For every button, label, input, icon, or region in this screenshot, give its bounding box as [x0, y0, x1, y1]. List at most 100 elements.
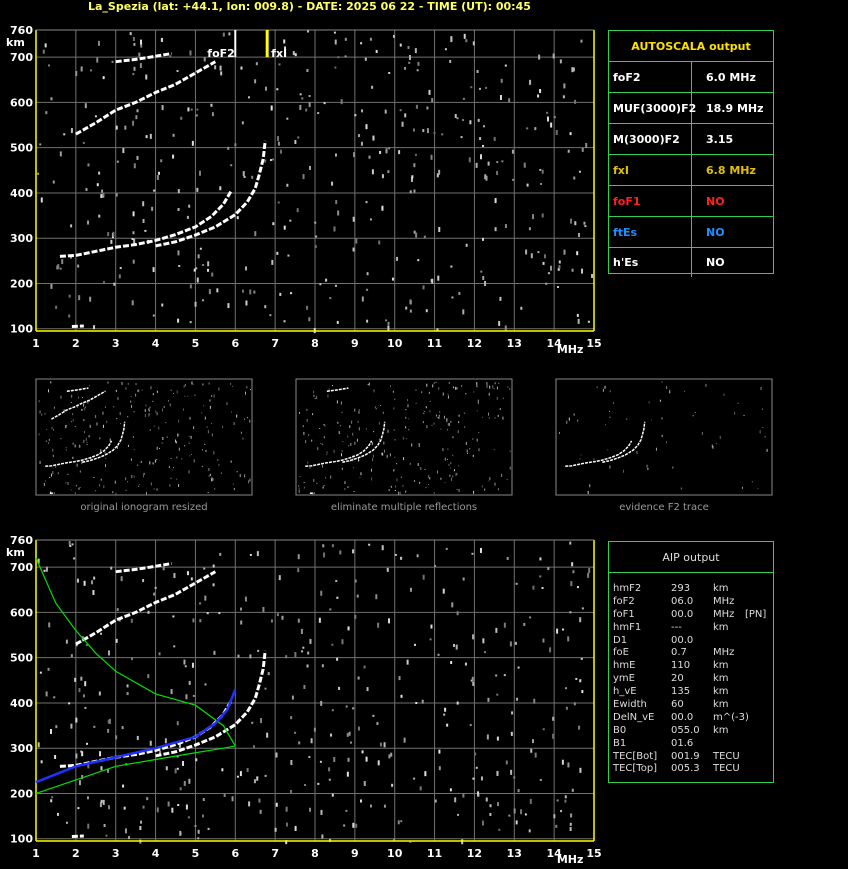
- autoscala-row: foF2 6.0 MHz: [609, 62, 773, 93]
- noise-speck: [429, 638, 432, 641]
- y-axis-unit: km: [6, 546, 25, 559]
- noise-speck: [179, 830, 182, 836]
- noise-speck: [399, 43, 402, 47]
- noise-speck: [526, 183, 529, 187]
- aip-cell: hmF2: [613, 583, 642, 594]
- x-tick-label: 12: [467, 847, 482, 860]
- noise-speck: [513, 808, 516, 814]
- noise-speck: [87, 220, 90, 225]
- aip-row: TEC[Top] 005.3 TECU: [609, 763, 773, 776]
- trace-multiple-reflection: [75, 60, 217, 136]
- noise-speck: [341, 639, 344, 645]
- noise-speck: [344, 37, 347, 41]
- noise-speck: [546, 111, 549, 114]
- noise-speck: [385, 148, 388, 154]
- noise-speck: [47, 64, 50, 67]
- aip-cell: 001.9: [671, 750, 700, 762]
- noise-speck: [357, 134, 360, 138]
- noise-speck: [191, 140, 194, 146]
- noise-speck: [383, 804, 386, 808]
- noise-speck: [321, 834, 324, 839]
- noise-speck: [335, 200, 338, 205]
- noise-speck: [248, 96, 251, 99]
- noise-speck: [197, 254, 200, 259]
- aip-cell: MHz: [713, 608, 735, 620]
- noise-speck: [517, 666, 520, 669]
- noise-speck: [562, 628, 565, 631]
- noise-speck: [479, 154, 482, 160]
- y-tick-label: 200: [10, 787, 33, 800]
- noise-speck: [133, 238, 136, 244]
- noise-speck: [366, 288, 369, 291]
- noise-speck: [132, 120, 135, 126]
- noise-speck: [204, 595, 207, 601]
- noise-speck: [413, 163, 416, 168]
- noise-speck: [487, 161, 490, 166]
- noise-speck: [388, 147, 391, 150]
- noise-speck: [281, 615, 284, 620]
- noise-speck: [371, 85, 374, 89]
- noise-speck: [539, 778, 542, 781]
- noise-speck: [177, 207, 180, 211]
- noise-speck: [345, 705, 348, 708]
- noise-speck: [185, 804, 188, 810]
- noise-speck: [385, 319, 388, 322]
- noise-speck: [147, 674, 150, 679]
- x-tick-label: 6: [231, 337, 239, 350]
- noise-speck: [567, 762, 570, 768]
- noise-speck: [357, 726, 360, 731]
- noise-speck: [493, 136, 496, 141]
- y-tick-label: 100: [10, 323, 33, 336]
- noise-speck: [264, 86, 267, 91]
- noise-speck: [40, 760, 43, 764]
- aip-cell: Ewidth: [613, 699, 647, 711]
- noise-speck: [313, 727, 316, 732]
- noise-speck: [73, 557, 76, 560]
- noise-speck: [237, 654, 240, 658]
- noise-speck: [211, 272, 214, 277]
- noise-speck: [356, 594, 359, 598]
- x-tick-label: 11: [427, 847, 442, 860]
- x-tick-label: 13: [507, 847, 522, 860]
- noise-speck: [63, 133, 66, 136]
- noise-speck: [539, 575, 542, 578]
- noise-speck: [369, 804, 372, 808]
- noise-speck: [51, 796, 54, 799]
- noise-speck: [441, 133, 444, 136]
- noise-speck: [45, 111, 48, 115]
- noise-speck: [274, 827, 277, 832]
- noise-speck: [511, 711, 514, 715]
- noise-speck: [499, 95, 502, 101]
- noise-speck: [407, 45, 410, 49]
- noise-speck: [84, 103, 87, 109]
- noise-speck: [75, 753, 78, 759]
- noise-speck: [272, 222, 275, 226]
- noise-speck: [98, 691, 101, 696]
- noise-speck: [523, 162, 526, 168]
- noise-speck: [585, 142, 588, 148]
- noise-speck: [177, 250, 180, 256]
- noise-speck: [59, 151, 62, 157]
- noise-speck: [353, 152, 356, 158]
- aip-cell: 0.7: [671, 647, 687, 659]
- noise-speck: [560, 810, 563, 813]
- noise-speck: [485, 86, 488, 89]
- aip-cell: TEC[Top]: [613, 763, 658, 775]
- noise-speck: [543, 254, 546, 259]
- aip-row: foE 0.7 MHz: [609, 647, 773, 660]
- noise-speck: [537, 94, 540, 98]
- noise-speck: [530, 748, 533, 753]
- noise-speck: [306, 305, 309, 310]
- noise-speck: [542, 638, 545, 643]
- noise-speck: [365, 124, 368, 130]
- noise-speck: [42, 49, 45, 54]
- noise-speck: [516, 697, 519, 701]
- noise-speck: [567, 636, 570, 642]
- noise-speck: [532, 585, 535, 590]
- noise-speck: [350, 741, 353, 744]
- noise-speck: [212, 583, 215, 587]
- noise-speck: [167, 801, 170, 807]
- noise-speck: [426, 106, 429, 110]
- noise-speck: [529, 616, 532, 619]
- noise-speck: [398, 676, 401, 681]
